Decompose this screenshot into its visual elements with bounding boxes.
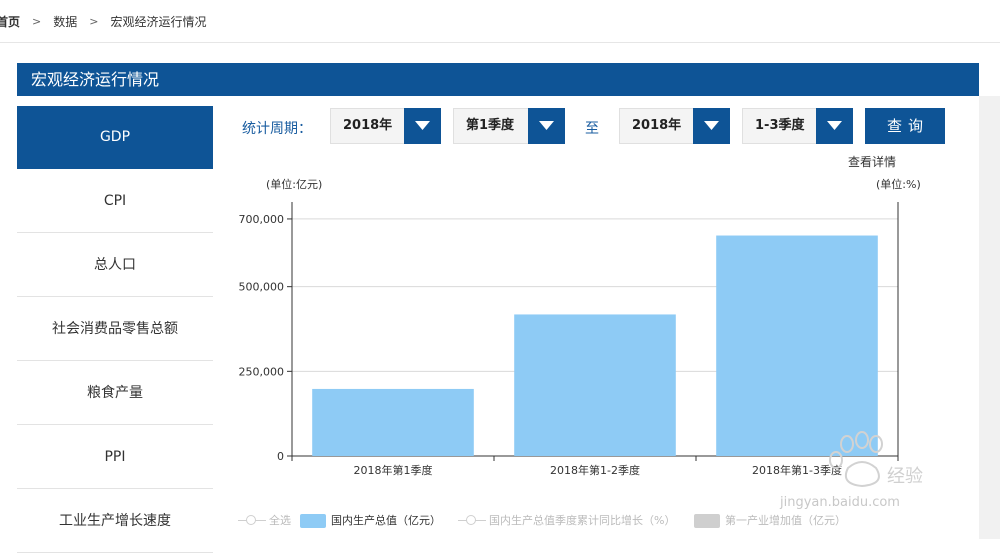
chart-legend-row-2	[238, 533, 998, 539]
radio-circle-icon	[246, 515, 256, 525]
end-year-select[interactable]: 2018年	[619, 108, 730, 144]
breadcrumb: 首页 > 数据 > 宏观经济运行情况	[0, 0, 1000, 43]
sidebar-item-population[interactable]: 总人口	[17, 234, 213, 297]
breadcrumb-current: 宏观经济运行情况	[110, 14, 207, 29]
dropdown-arrow[interactable]	[404, 108, 441, 144]
svg-text:经验: 经验	[887, 466, 923, 487]
y-tick-label: 500,000	[239, 281, 285, 294]
sidebar-item-retail-sales[interactable]: 社会消费品零售总额	[17, 298, 213, 361]
radio-circle-icon	[466, 515, 476, 525]
y-tick-label: 0	[277, 450, 284, 463]
page-title: 宏观经济运行情况	[17, 63, 979, 96]
sidebar-item-gdp[interactable]: GDP	[17, 106, 213, 169]
caret-down-icon	[827, 121, 842, 130]
bar	[716, 235, 878, 456]
dropdown-arrow[interactable]	[816, 108, 853, 144]
caret-down-icon	[704, 121, 719, 130]
dropdown-arrow[interactable]	[693, 108, 730, 144]
bar	[514, 314, 676, 456]
start-quarter-select[interactable]: 第1季度	[453, 108, 565, 144]
x-tick-label: 2018年第1-2季度	[550, 463, 640, 477]
scrollbar-track[interactable]	[979, 96, 1000, 539]
sidebar: GDP CPI 总人口 社会消费品零售总额 粮食产量 PPI 工业生产增长速度	[17, 106, 213, 554]
start-quarter-value: 第1季度	[466, 118, 515, 133]
x-tick-label: 2018年第1季度	[354, 463, 433, 477]
period-label: 统计周期：	[242, 121, 312, 137]
start-year-value: 2018年	[343, 118, 393, 133]
legend-swatch	[694, 514, 720, 528]
caret-down-icon	[539, 121, 554, 130]
legend-swatch	[300, 514, 326, 528]
to-label: 至	[585, 121, 599, 137]
caret-down-icon	[415, 121, 430, 130]
y-tick-label: 250,000	[239, 365, 285, 378]
end-year-value: 2018年	[632, 118, 682, 133]
sidebar-item-grain-output[interactable]: 粮食产量	[17, 362, 213, 425]
sidebar-item-cpi[interactable]: CPI	[17, 170, 213, 233]
query-button[interactable]: 查询	[865, 108, 945, 144]
end-quarter-value: 1-3季度	[755, 118, 805, 133]
breadcrumb-home[interactable]: 首页	[0, 13, 20, 30]
view-details-link[interactable]: 查看详情	[848, 153, 896, 170]
chevron-right-icon: >	[89, 14, 99, 28]
bar	[312, 388, 474, 456]
chevron-right-icon: >	[32, 14, 42, 28]
end-quarter-select[interactable]: 1-3季度	[742, 108, 853, 144]
sidebar-item-industrial-growth[interactable]: 工业生产增长速度	[17, 490, 213, 553]
start-year-select[interactable]: 2018年	[330, 108, 441, 144]
y-tick-label: 700,000	[239, 213, 285, 226]
dropdown-arrow[interactable]	[528, 108, 565, 144]
sidebar-item-ppi[interactable]: PPI	[17, 426, 213, 489]
watermark-text: jingyan.baidu.com	[780, 495, 900, 510]
legend-item-select-all[interactable]: 全选	[238, 510, 298, 532]
legend-item-gdp-growth[interactable]: 国内生产总值季度累计同比增长（%）	[458, 510, 698, 532]
legend-item-gdp[interactable]: 国内生产总值（亿元）	[300, 510, 460, 532]
breadcrumb-data[interactable]: 数据	[53, 13, 77, 30]
